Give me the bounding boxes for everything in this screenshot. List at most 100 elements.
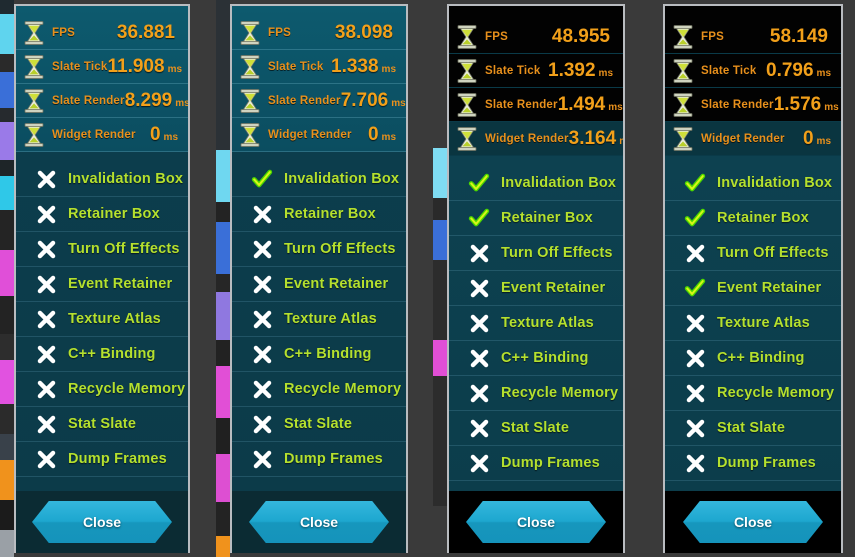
option-row[interactable]: Recycle Memory	[449, 376, 623, 411]
option-row[interactable]: Stat Slate	[665, 411, 841, 446]
color-strip-segment	[0, 108, 14, 122]
color-strip-segment	[0, 250, 14, 296]
cross-icon[interactable]	[683, 416, 707, 440]
cross-icon[interactable]	[467, 311, 491, 335]
cross-icon[interactable]	[683, 346, 707, 370]
cross-icon[interactable]	[250, 447, 274, 471]
cross-icon[interactable]	[683, 381, 707, 405]
option-row[interactable]: Turn Off Effects	[16, 232, 188, 267]
stats-block: FPS 36.881 Slate Tick 11.908 ms Slate Render 8…	[16, 6, 188, 152]
stat-label: FPS	[701, 30, 724, 43]
cross-icon[interactable]	[34, 272, 58, 296]
cross-icon[interactable]	[467, 346, 491, 370]
stats-block: FPS 38.098 Slate Tick 1.338 ms Slate Render 7.…	[232, 6, 406, 152]
cross-icon[interactable]	[683, 451, 707, 475]
check-icon[interactable]	[683, 171, 707, 195]
close-button-label: Close	[299, 514, 339, 530]
option-row[interactable]: Event Retainer	[16, 267, 188, 302]
option-row[interactable]: Recycle Memory	[16, 372, 188, 407]
option-row[interactable]: Invalidation Box	[449, 166, 623, 201]
option-row[interactable]: Texture Atlas	[665, 306, 841, 341]
option-row[interactable]: Recycle Memory	[665, 376, 841, 411]
cross-icon[interactable]	[250, 237, 274, 261]
profiler-color-strip	[216, 0, 230, 557]
option-row[interactable]: Dump Frames	[449, 446, 623, 481]
option-row[interactable]: Turn Off Effects	[665, 236, 841, 271]
check-icon[interactable]	[467, 206, 491, 230]
close-button[interactable]: Close	[683, 501, 823, 543]
option-row[interactable]: Retainer Box	[449, 201, 623, 236]
option-row[interactable]: Recycle Memory	[232, 372, 406, 407]
close-button[interactable]: Close	[249, 501, 389, 543]
cross-icon[interactable]	[467, 276, 491, 300]
cross-icon[interactable]	[34, 237, 58, 261]
panel-footer: Close	[232, 491, 406, 553]
option-row[interactable]: Stat Slate	[16, 407, 188, 442]
cross-icon[interactable]	[34, 342, 58, 366]
option-label: Dump Frames	[501, 455, 600, 471]
option-row[interactable]: Turn Off Effects	[449, 236, 623, 271]
stat-value-group: 1.338 ms	[331, 56, 396, 78]
color-strip-segment	[216, 502, 230, 536]
option-row[interactable]: Texture Atlas	[16, 302, 188, 337]
option-row[interactable]: Stat Slate	[232, 407, 406, 442]
option-label: Recycle Memory	[501, 385, 619, 401]
close-button[interactable]: Close	[466, 501, 606, 543]
cross-icon[interactable]	[250, 272, 274, 296]
cross-icon[interactable]	[34, 412, 58, 436]
option-row[interactable]: C++ Binding	[665, 341, 841, 376]
cross-icon[interactable]	[250, 307, 274, 331]
hourglass-icon	[673, 126, 693, 151]
stat-row: FPS 38.098	[232, 16, 406, 50]
check-icon[interactable]	[683, 276, 707, 300]
option-row[interactable]: Retainer Box	[16, 197, 188, 232]
option-row[interactable]: C++ Binding	[16, 337, 188, 372]
stat-value-group: 36.881	[117, 22, 178, 44]
option-row[interactable]: C++ Binding	[449, 341, 623, 376]
option-row[interactable]: Retainer Box	[665, 201, 841, 236]
cross-icon[interactable]	[34, 377, 58, 401]
cross-icon[interactable]	[250, 342, 274, 366]
cross-icon[interactable]	[467, 451, 491, 475]
option-row[interactable]: Event Retainer	[232, 267, 406, 302]
option-row[interactable]: Dump Frames	[665, 446, 841, 481]
stat-value: 0	[802, 127, 814, 149]
option-row[interactable]: C++ Binding	[232, 337, 406, 372]
cross-icon[interactable]	[34, 447, 58, 471]
option-row[interactable]: Turn Off Effects	[232, 232, 406, 267]
option-row[interactable]: Invalidation Box	[232, 162, 406, 197]
option-row[interactable]: Event Retainer	[449, 271, 623, 306]
option-row[interactable]: Texture Atlas	[232, 302, 406, 337]
cross-icon[interactable]	[467, 416, 491, 440]
color-strip-segment	[433, 0, 447, 148]
hourglass-icon	[24, 54, 44, 79]
option-label: Stat Slate	[68, 416, 137, 432]
option-label: Dump Frames	[284, 451, 383, 467]
option-row[interactable]: Dump Frames	[232, 442, 406, 477]
option-row[interactable]: Event Retainer	[665, 271, 841, 306]
check-icon[interactable]	[250, 167, 274, 191]
cross-icon[interactable]	[34, 307, 58, 331]
close-button[interactable]: Close	[32, 501, 172, 543]
cross-icon[interactable]	[34, 202, 58, 226]
cross-icon[interactable]	[34, 167, 58, 191]
option-row[interactable]: Dump Frames	[16, 442, 188, 477]
stat-value-group: 7.706 ms	[341, 90, 406, 112]
stat-row: Slate Render 8.299 ms	[16, 84, 188, 118]
option-row[interactable]: Texture Atlas	[449, 306, 623, 341]
option-row[interactable]: Invalidation Box	[665, 166, 841, 201]
cross-icon[interactable]	[250, 377, 274, 401]
cross-icon[interactable]	[683, 241, 707, 265]
option-row[interactable]: Retainer Box	[232, 197, 406, 232]
option-row[interactable]: Invalidation Box	[16, 162, 188, 197]
cross-icon[interactable]	[250, 202, 274, 226]
cross-icon[interactable]	[467, 241, 491, 265]
option-row[interactable]: Stat Slate	[449, 411, 623, 446]
check-icon[interactable]	[467, 171, 491, 195]
color-strip-segment	[433, 198, 447, 220]
hourglass-icon	[240, 88, 260, 113]
cross-icon[interactable]	[467, 381, 491, 405]
check-icon[interactable]	[683, 206, 707, 230]
cross-icon[interactable]	[683, 311, 707, 335]
cross-icon[interactable]	[250, 412, 274, 436]
